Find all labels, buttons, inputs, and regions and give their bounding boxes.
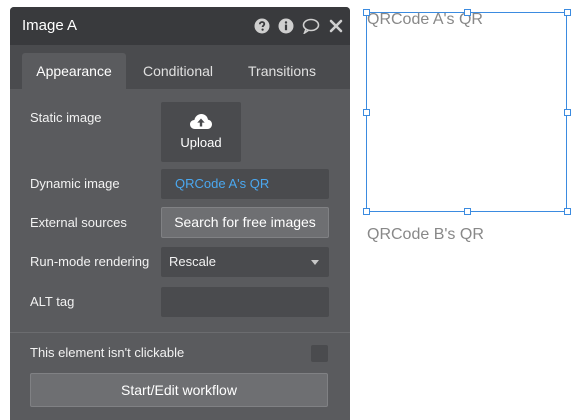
not-clickable-label: This element isn't clickable <box>30 345 185 360</box>
not-clickable-checkbox[interactable] <box>311 345 328 362</box>
header-icons <box>254 18 344 34</box>
static-image-label: Static image <box>30 110 102 125</box>
upload-label: Upload <box>180 135 222 150</box>
alt-tag-input[interactable] <box>161 287 329 317</box>
tab-conditional[interactable]: Conditional <box>136 53 220 89</box>
panel-title: Image A <box>22 17 78 34</box>
resize-handle-right[interactable] <box>564 109 571 116</box>
start-edit-workflow-button[interactable]: Start/Edit workflow <box>30 373 328 407</box>
run-mode-rendering-value: Rescale <box>169 254 216 269</box>
close-icon[interactable] <box>328 18 344 34</box>
tab-appearance[interactable]: Appearance <box>22 53 126 89</box>
search-free-images-button[interactable]: Search for free images <box>161 207 329 238</box>
info-icon[interactable] <box>278 18 294 34</box>
resize-handle-bottom[interactable] <box>464 208 471 215</box>
alt-tag-label: ALT tag <box>30 294 75 309</box>
resize-handle-top-right[interactable] <box>564 9 571 16</box>
divider <box>10 332 350 333</box>
dynamic-image-label: Dynamic image <box>30 176 120 191</box>
qrcode-a-image-element[interactable] <box>366 12 567 212</box>
resize-handle-top-left[interactable] <box>363 9 370 16</box>
tab-bar: Appearance Conditional Transitions <box>10 45 350 89</box>
dynamic-image-field[interactable]: QRCode A's QR <box>161 169 329 199</box>
resize-handle-bottom-left[interactable] <box>363 208 370 215</box>
run-mode-rendering-label: Run-mode rendering <box>30 254 150 269</box>
resize-handle-bottom-right[interactable] <box>564 208 571 215</box>
property-editor-panel: Image A Appearance Conditional Transitio… <box>10 7 350 420</box>
comment-icon[interactable] <box>302 18 320 34</box>
help-icon[interactable] <box>254 18 270 34</box>
resize-handle-left[interactable] <box>363 109 370 116</box>
tab-transitions[interactable]: Transitions <box>240 53 324 89</box>
upload-button[interactable]: Upload <box>161 102 241 162</box>
qrcode-b-label: QRCode B's QR <box>367 226 484 243</box>
chevron-down-icon <box>311 260 319 265</box>
run-mode-rendering-select[interactable]: Rescale <box>161 247 329 277</box>
external-sources-label: External sources <box>30 215 127 230</box>
cloud-upload-icon <box>190 114 212 129</box>
panel-header[interactable]: Image A <box>10 7 350 45</box>
resize-handle-top[interactable] <box>464 9 471 16</box>
